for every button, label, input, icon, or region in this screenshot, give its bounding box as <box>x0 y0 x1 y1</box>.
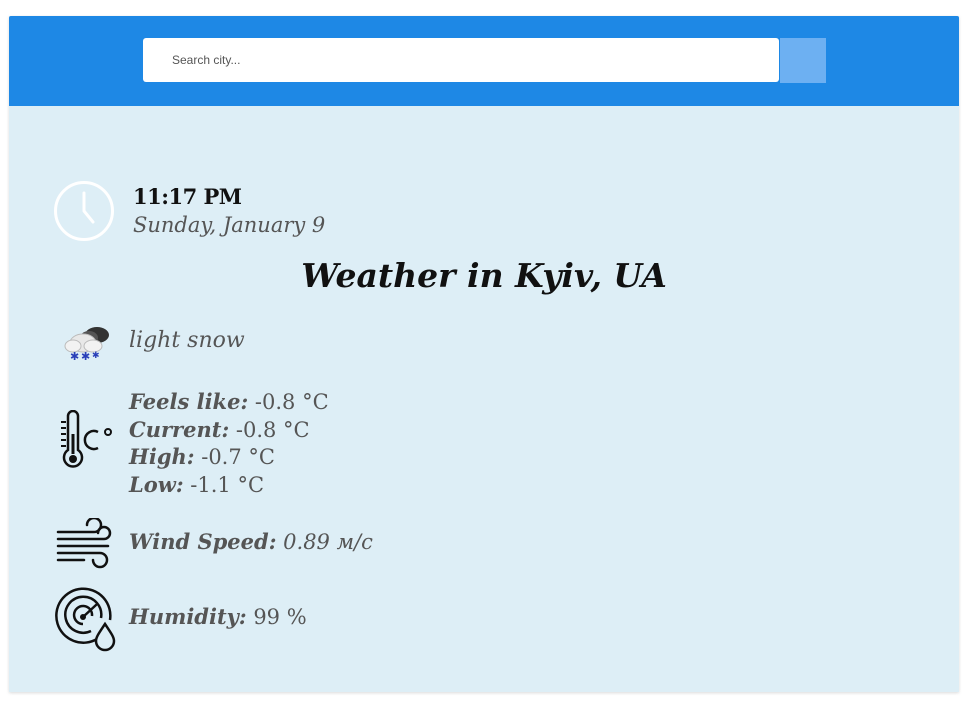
svg-text:✱: ✱ <box>81 350 90 362</box>
low-temp-value: -1.1 °C <box>190 472 265 497</box>
humidity-row: Humidity: 99 % <box>129 604 307 629</box>
search-button[interactable] <box>780 38 826 83</box>
current-temp-label: Current: <box>129 416 230 442</box>
wind-speed-label: Wind Speed: <box>129 529 277 554</box>
search-input[interactable] <box>143 38 779 82</box>
high-temp-label: High: <box>129 444 195 469</box>
feels-like-row: Feels like: -0.8 °C <box>129 388 329 416</box>
current-date: Sunday, January 9 <box>133 213 326 237</box>
high-temp-row: High: -0.7 °C <box>129 443 329 471</box>
low-temp-label: Low: <box>129 471 184 497</box>
wind-speed-row: Wind Speed: 0.89 м/с <box>129 529 373 554</box>
humidity-gauge-icon <box>55 587 116 652</box>
wind-speed-value: 0.89 м/с <box>283 530 373 554</box>
feels-like-label: Feels like: <box>129 389 249 414</box>
humidity-value: 99 % <box>253 605 307 629</box>
page-title: Weather in Kyiv, UA <box>301 256 667 295</box>
search-header <box>9 16 959 106</box>
thermometer-celsius-icon <box>61 410 112 468</box>
weather-description: light snow <box>129 328 245 353</box>
feels-like-value: -0.8 °C <box>254 390 329 414</box>
clock-icon <box>54 181 114 241</box>
snow-cloud-icon: ✱ ✱ ✱ <box>64 327 109 362</box>
current-time: 11:17 PM <box>133 184 242 209</box>
wind-icon <box>56 518 112 569</box>
low-temp-row: Low: -1.1 °C <box>129 471 329 499</box>
current-temp-row: Current: -0.8 °C <box>129 416 329 444</box>
humidity-label: Humidity: <box>129 604 247 629</box>
current-temp-value: -0.8 °C <box>235 417 310 442</box>
weather-card: 11:17 PM Sunday, January 9 Weather in Ky… <box>9 16 959 692</box>
svg-text:✱: ✱ <box>70 350 79 362</box>
svg-text:✱: ✱ <box>92 351 100 361</box>
temperature-list: Feels like: -0.8 °C Current: -0.8 °C Hig… <box>129 388 329 498</box>
high-temp-value: -0.7 °C <box>201 445 275 469</box>
